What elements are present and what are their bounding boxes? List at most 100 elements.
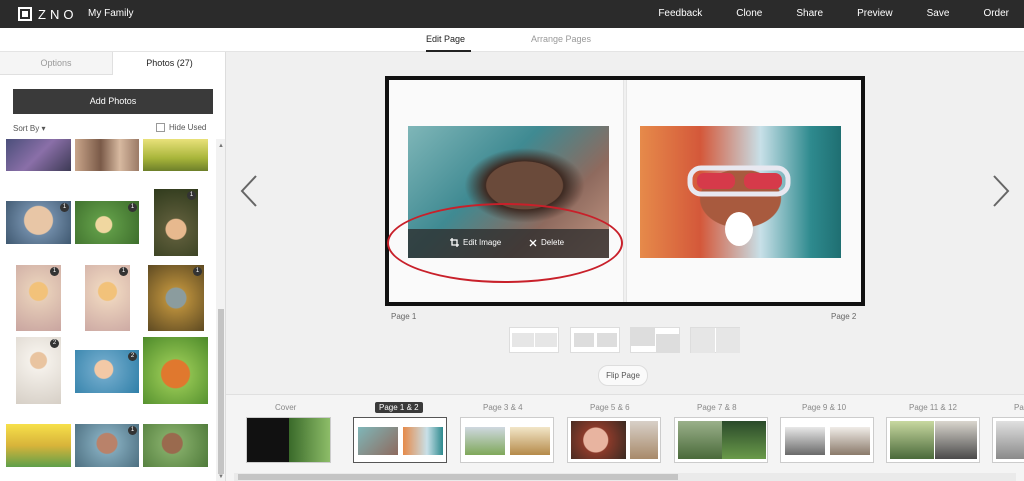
top-bar: ZNO My Family Feedback Clone Share Previ… bbox=[0, 0, 1024, 28]
layout-option-1[interactable] bbox=[509, 327, 559, 353]
layout-option-4[interactable] bbox=[690, 327, 740, 353]
tab-options[interactable]: Options bbox=[0, 52, 113, 75]
spread-page-5-6[interactable] bbox=[567, 417, 661, 463]
sort-by-dropdown[interactable]: Sort By ▾ bbox=[13, 124, 45, 133]
cover-back bbox=[247, 418, 289, 462]
clone-button[interactable]: Clone bbox=[736, 0, 762, 28]
layout-cell bbox=[631, 328, 655, 346]
photo-thumbnail[interactable]: 1 bbox=[154, 189, 198, 256]
scroll-up-icon[interactable]: ▲ bbox=[218, 143, 224, 149]
photo-thumbnail[interactable]: 2 bbox=[75, 350, 139, 393]
spread-thumb-photo bbox=[510, 427, 550, 455]
spread-thumb-photo bbox=[358, 427, 398, 455]
photo-thumbnail[interactable]: 1 bbox=[75, 424, 139, 467]
highlight-annotation bbox=[387, 203, 623, 283]
preview-button[interactable]: Preview bbox=[857, 0, 893, 28]
tab-edit-page[interactable]: Edit Page bbox=[426, 34, 465, 44]
photos-panel: Options Photos (27) Add Photos Sort By ▾… bbox=[0, 52, 226, 481]
chevron-down-icon: ▾ bbox=[41, 124, 46, 133]
spread-next[interactable] bbox=[992, 417, 1024, 463]
usage-count-badge: 1 bbox=[50, 267, 59, 276]
next-page-arrow[interactable] bbox=[991, 175, 1011, 207]
photo-thumbnail[interactable]: 1 bbox=[16, 265, 61, 331]
photo-thumbnail[interactable]: 2 bbox=[16, 337, 61, 404]
tab-photos[interactable]: Photos (27) bbox=[113, 52, 225, 75]
flip-page-button[interactable]: Flip Page bbox=[598, 365, 648, 386]
usage-count-badge: 1 bbox=[60, 203, 69, 212]
spread-page-7-8[interactable] bbox=[674, 417, 768, 463]
spread-cover[interactable] bbox=[246, 417, 331, 463]
layout-cell bbox=[574, 333, 594, 347]
photo-thumbnail[interactable] bbox=[143, 424, 208, 467]
spread-thumb-photo bbox=[403, 427, 443, 455]
spread-page-11-12[interactable] bbox=[886, 417, 980, 463]
photo-thumbnail[interactable] bbox=[75, 139, 139, 171]
order-button[interactable]: Order bbox=[983, 0, 1009, 28]
layout-option-3[interactable] bbox=[630, 327, 680, 353]
previous-page-arrow[interactable] bbox=[239, 175, 259, 207]
photo-thumbnail[interactable]: 1 bbox=[75, 201, 139, 244]
spread-thumb-photo bbox=[678, 421, 722, 459]
scrollbar-thumb[interactable] bbox=[218, 309, 224, 474]
spread-label-page-1-2: Page 1 & 2 bbox=[375, 402, 423, 413]
arrow-left-icon bbox=[240, 175, 257, 207]
spread-page-1-2[interactable] bbox=[353, 417, 447, 463]
cover-front-photo bbox=[289, 418, 330, 462]
spread-label-page-3-4: Page 3 & 4 bbox=[483, 403, 523, 412]
layout-cell bbox=[691, 328, 715, 353]
filmstrip-scrollbar[interactable] bbox=[234, 473, 1016, 481]
photo-thumbnail[interactable] bbox=[143, 139, 208, 171]
top-nav: Feedback Clone Share Preview Save Order bbox=[624, 0, 1024, 28]
spread-thumb-photo bbox=[935, 421, 977, 459]
layout-cell bbox=[656, 334, 680, 353]
usage-count-badge: 1 bbox=[119, 267, 128, 276]
layout-cell bbox=[512, 333, 534, 347]
zno-logo[interactable]: ZNO bbox=[18, 6, 77, 22]
feedback-button[interactable]: Feedback bbox=[658, 0, 702, 28]
arrow-right-icon bbox=[993, 175, 1010, 207]
spread-thumb-photo bbox=[722, 421, 766, 459]
spread-thumb-photo bbox=[996, 421, 1024, 459]
edit-mode-tabs: Edit Page Arrange Pages bbox=[0, 28, 1024, 52]
usage-count-badge: 1 bbox=[193, 267, 202, 276]
spread-thumb-photo bbox=[465, 427, 505, 455]
spread-label-page-5-6: Page 5 & 6 bbox=[590, 403, 630, 412]
logo-text: ZNO bbox=[38, 6, 78, 22]
hide-used-toggle[interactable]: Hide Used bbox=[156, 123, 206, 132]
usage-count-badge: 2 bbox=[128, 352, 137, 361]
hide-used-checkbox[interactable] bbox=[156, 123, 165, 132]
sort-by-label: Sort By bbox=[13, 124, 40, 133]
filmstrip-scrollbar-thumb[interactable] bbox=[238, 474, 678, 480]
spread-label-page-11-12: Page 11 & 12 bbox=[909, 403, 957, 412]
add-photos-button[interactable]: Add Photos bbox=[13, 89, 213, 114]
photo-thumbnail[interactable] bbox=[6, 139, 71, 171]
spread-thumb-photo bbox=[785, 427, 825, 455]
usage-count-badge: 1 bbox=[128, 426, 137, 435]
save-button[interactable]: Save bbox=[927, 0, 950, 28]
logo-icon bbox=[18, 7, 32, 21]
spread-page-9-10[interactable] bbox=[780, 417, 874, 463]
spread-thumb-photo bbox=[630, 421, 658, 459]
photo-thumbnail[interactable]: 1 bbox=[148, 265, 204, 331]
layout-option-2[interactable] bbox=[570, 327, 620, 353]
spread-label-page-7-8: Page 7 & 8 bbox=[697, 403, 737, 412]
usage-count-badge: 1 bbox=[187, 191, 196, 200]
spread-thumb-photo bbox=[571, 421, 626, 459]
tab-arrange-pages[interactable]: Arrange Pages bbox=[531, 34, 591, 44]
spread-thumb-photo bbox=[890, 421, 934, 459]
layout-cell bbox=[716, 328, 740, 353]
spread-thumb-photo bbox=[830, 427, 870, 455]
hide-used-label: Hide Used bbox=[169, 123, 207, 132]
photo-list-scrollbar[interactable]: ▲ ▼ bbox=[216, 139, 225, 481]
page-2-photo[interactable] bbox=[640, 126, 841, 258]
photo-thumbnail[interactable] bbox=[6, 424, 71, 467]
spread-page-3-4[interactable] bbox=[460, 417, 554, 463]
share-button[interactable]: Share bbox=[796, 0, 823, 28]
photo-detail bbox=[687, 165, 791, 246]
project-title[interactable]: My Family bbox=[88, 8, 134, 19]
usage-count-badge: 2 bbox=[50, 339, 59, 348]
photo-thumbnail[interactable] bbox=[143, 337, 208, 404]
photo-thumbnail[interactable]: 1 bbox=[85, 265, 130, 331]
photo-thumbnail[interactable]: 1 bbox=[6, 201, 71, 244]
scroll-down-icon[interactable]: ▼ bbox=[218, 474, 224, 480]
